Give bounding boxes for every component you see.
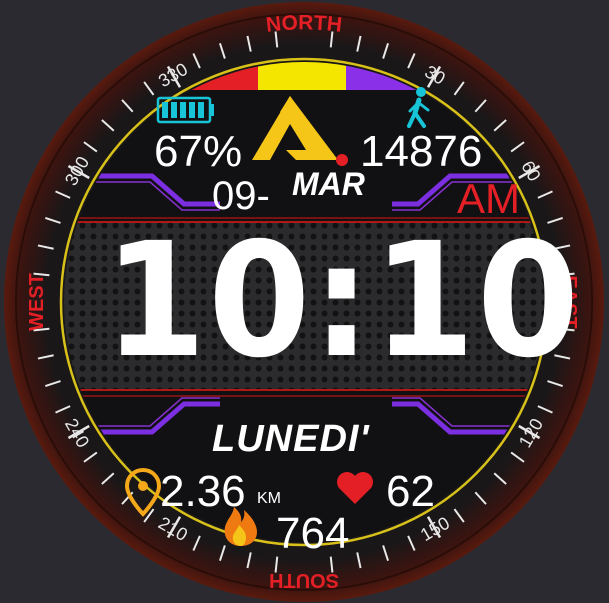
weekday-label: LUNEDI' xyxy=(212,418,370,460)
compass-north: NORTH xyxy=(265,11,343,36)
calories-value: 764 xyxy=(276,509,350,558)
distance-unit: KM xyxy=(257,490,281,507)
time-display: 10:10 xyxy=(104,209,582,393)
step-count: 14876 xyxy=(360,127,483,176)
date-month: MAR xyxy=(292,166,365,202)
compass-south: SOUTH xyxy=(269,569,339,591)
heart-rate-value: 62 xyxy=(386,467,435,516)
compass-west: WEST xyxy=(26,273,48,331)
distance-value: 2.36 xyxy=(160,467,246,516)
battery-percent: 67% xyxy=(154,127,243,176)
